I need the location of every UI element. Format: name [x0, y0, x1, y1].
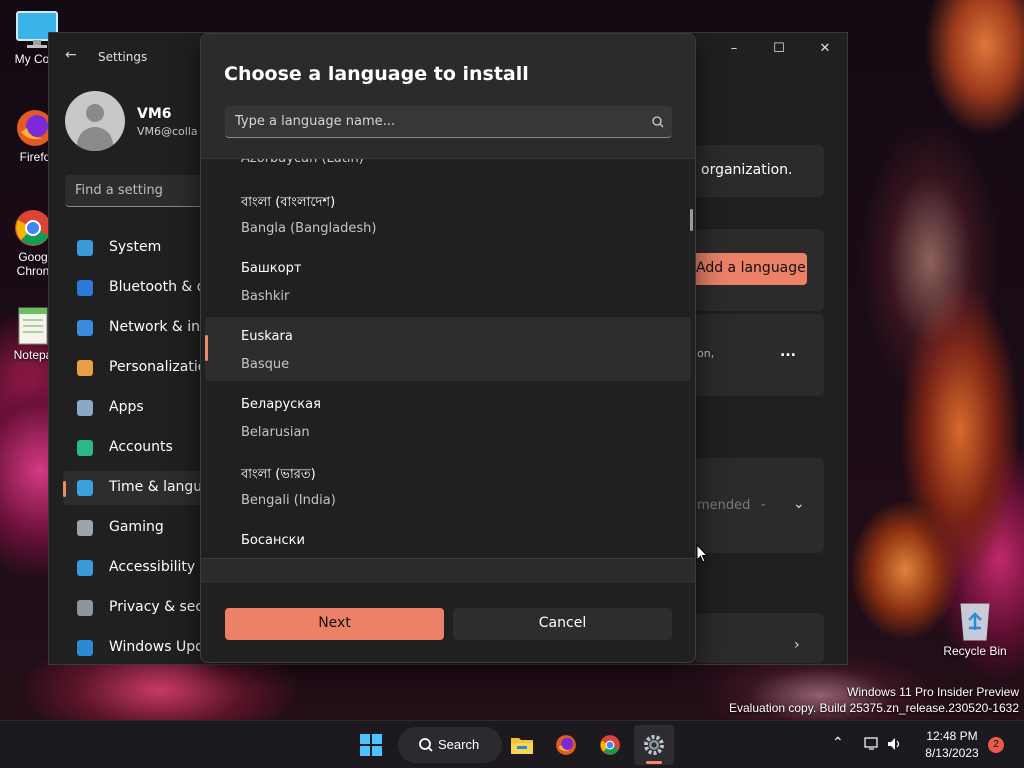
chrome-icon: [600, 735, 620, 755]
mouse-cursor-icon: [696, 544, 708, 563]
regional-dropdown[interactable]: mended: [697, 498, 750, 513]
language-item[interactable]: Башкорт Bashkir: [205, 249, 691, 313]
scrollbar-thumb[interactable]: [690, 209, 693, 231]
search-icon: [419, 738, 433, 752]
taskbar: Search ⌃ 12:48 PM 8/13/2023 2: [0, 720, 1024, 768]
desktop-icon-recycle-bin[interactable]: Recycle Bin: [940, 598, 1010, 658]
notepad-icon: [18, 307, 48, 345]
add-language-button[interactable]: Add a language: [691, 253, 807, 285]
org-text: organization.: [701, 162, 793, 178]
dialog-title: Choose a language to install: [224, 63, 529, 85]
avatar-head: [86, 104, 104, 122]
language-entry-text: on,: [697, 347, 715, 360]
start-button[interactable]: [351, 725, 391, 765]
privacy-icon: [77, 600, 93, 616]
nav-item-label: Network & inte: [109, 319, 215, 335]
nav-item-label: System: [109, 239, 162, 255]
clock-date[interactable]: 8/13/2023: [920, 746, 984, 760]
folder-icon: [511, 738, 533, 754]
language-item[interactable]: বাংলা (বাংলাদেশ) Bangla (Bangladesh): [205, 181, 691, 245]
language-item[interactable]: বাংলা (ভারত) Bengali (India): [205, 453, 691, 517]
language-item[interactable]: Euskara Basque: [205, 317, 691, 381]
accounts-icon: [77, 440, 93, 456]
volume-icon[interactable]: [887, 737, 903, 751]
language-english-name: Bangla (Bangladesh): [241, 221, 377, 236]
bluetooth-icon: [77, 280, 93, 296]
partial-language-name: Azərbaycan (Latın): [241, 158, 364, 166]
clock-time[interactable]: 12:48 PM: [920, 729, 984, 743]
taskbar-search-button[interactable]: Search: [398, 727, 502, 763]
user-name: VM6: [137, 106, 172, 122]
network-icon: [77, 320, 93, 336]
language-english-name: Bashkir: [241, 289, 290, 304]
language-native-name: Башкорт: [241, 261, 302, 276]
dropdown-chevron-icon: ⌄: [759, 498, 768, 509]
language-native-name: বাংলা (ভারত): [241, 467, 316, 482]
next-button[interactable]: Next: [225, 608, 444, 640]
recycle-bin-icon: [960, 603, 990, 641]
nav-item-label: Time & langua: [109, 479, 211, 495]
watermark-line-1: Windows 11 Pro Insider Preview: [847, 685, 1019, 699]
system-icon: [77, 240, 93, 256]
windows-update-icon: [77, 640, 93, 656]
show-hidden-icons-icon[interactable]: ⌃: [832, 734, 844, 751]
language-native-name: Euskara: [241, 329, 293, 344]
avatar[interactable]: [65, 91, 125, 151]
selected-indicator: [205, 335, 208, 361]
choose-language-dialog: Choose a language to install Azərbaycan …: [200, 33, 696, 663]
maximize-icon[interactable]: ☐: [764, 41, 794, 61]
notification-badge[interactable]: 2: [988, 737, 1004, 753]
windows-logo-icon: [360, 734, 382, 756]
language-native-name: Беларуская: [241, 397, 321, 412]
nav-item-label: Gaming: [109, 519, 164, 535]
user-email: VM6@colla: [137, 125, 198, 138]
more-options-icon[interactable]: ...: [780, 344, 796, 360]
close-icon[interactable]: ✕: [810, 41, 840, 61]
chevron-right-icon[interactable]: ›: [794, 637, 800, 653]
nav-item-label: Bluetooth & de: [109, 279, 215, 295]
nav-item-label: Windows Upda: [109, 639, 213, 655]
language-english-name: Belarusian: [241, 425, 310, 440]
time-language-icon: [77, 480, 93, 496]
minimize-icon[interactable]: –: [719, 41, 749, 61]
nav-item-label: Accessibility: [109, 559, 196, 575]
selected-indicator: [63, 481, 66, 497]
firefox-icon: [556, 735, 576, 755]
language-item[interactable]: Беларуская Belarusian: [205, 385, 691, 449]
language-list[interactable]: Azərbaycan (Latın) বাংলা (বাংলাদেশ) Bangl…: [201, 158, 695, 559]
language-native-name: Босански: [241, 533, 305, 548]
network-icon[interactable]: [864, 737, 880, 751]
watermark-line-2: Evaluation copy. Build 25375.zn_release.…: [729, 701, 1019, 715]
language-native-name: বাংলা (বাংলাদেশ): [241, 195, 336, 210]
taskbar-chrome[interactable]: [590, 725, 630, 765]
running-indicator: [646, 761, 662, 764]
language-search-input[interactable]: [225, 106, 635, 136]
gear-icon: [644, 735, 664, 755]
taskbar-firefox[interactable]: [546, 725, 586, 765]
language-search-box: [225, 106, 672, 138]
chevron-down-icon[interactable]: ⌄: [793, 496, 805, 512]
search-icon[interactable]: [650, 114, 666, 130]
gaming-icon: [77, 520, 93, 536]
avatar-body: [77, 127, 113, 151]
taskbar-settings[interactable]: [634, 725, 674, 765]
window-title: Settings: [98, 50, 148, 64]
cancel-button[interactable]: Cancel: [453, 608, 672, 640]
nav-item-label: Accounts: [109, 439, 173, 455]
chrome-icon: [15, 210, 51, 246]
desktop-icon-label: Recycle Bin: [943, 644, 1007, 658]
language-english-name: Bengali (India): [241, 493, 336, 508]
nav-item-label: Apps: [109, 399, 144, 415]
dialog-footer: Next Cancel: [201, 583, 695, 662]
bottom-card: [694, 613, 824, 663]
accessibility-icon: [77, 560, 93, 576]
language-english-name: Basque: [241, 357, 290, 372]
nav-item-label: Privacy & secu: [109, 599, 212, 615]
taskbar-search-label: Search: [438, 737, 480, 752]
taskbar-file-explorer[interactable]: [502, 725, 542, 765]
apps-icon: [77, 400, 93, 416]
language-item[interactable]: БосанскиBosanski (Ćirilica): [205, 521, 691, 558]
personalization-icon: [77, 360, 93, 376]
back-arrow-icon[interactable]: ←: [65, 47, 77, 63]
